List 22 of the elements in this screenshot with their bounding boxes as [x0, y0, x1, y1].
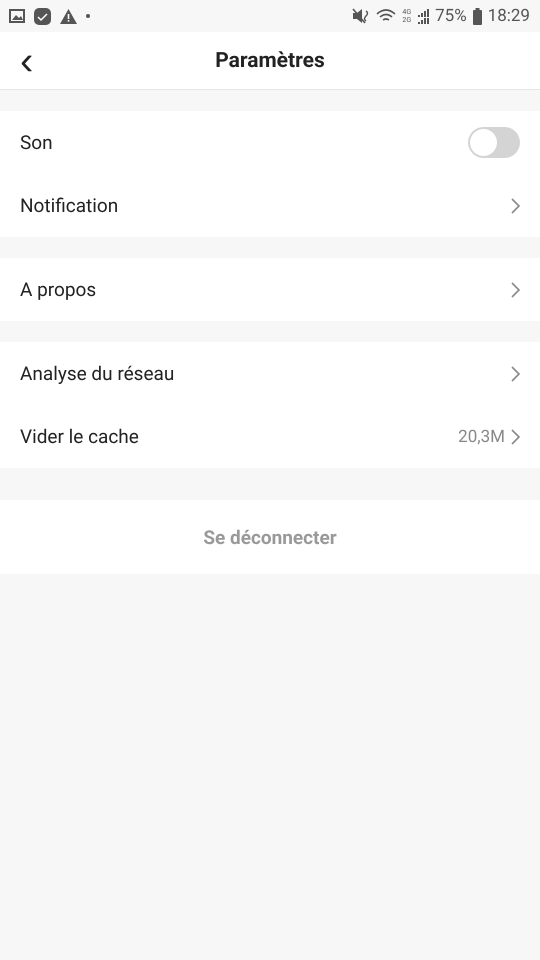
signal-icon — [417, 8, 430, 24]
image-icon — [9, 9, 25, 23]
settings-row[interactable]: Notification — [0, 174, 540, 237]
battery-icon — [472, 8, 482, 24]
dot-icon — [86, 14, 90, 18]
chevron-right-icon — [511, 198, 520, 214]
chevron-right-icon — [511, 366, 520, 382]
chevron-right-icon — [511, 282, 520, 298]
clock: 18:29 — [488, 6, 530, 26]
sound-toggle[interactable] — [468, 127, 520, 158]
cache-size: 20,3M — [458, 426, 505, 446]
battery-percent: 75% — [435, 6, 467, 26]
warning-icon — [60, 8, 77, 24]
mute-icon — [352, 8, 370, 24]
back-button[interactable]: ‹ — [12, 42, 42, 80]
page-title: Paramètres — [215, 48, 325, 72]
settings-row[interactable]: Vider le cache 20,3M — [0, 405, 540, 468]
check-icon — [34, 8, 51, 24]
settings-row[interactable]: Son — [0, 111, 540, 174]
chevron-right-icon — [511, 428, 520, 444]
settings-row[interactable]: A propos — [0, 258, 540, 321]
settings-row[interactable]: Analyse du réseau — [0, 342, 540, 405]
